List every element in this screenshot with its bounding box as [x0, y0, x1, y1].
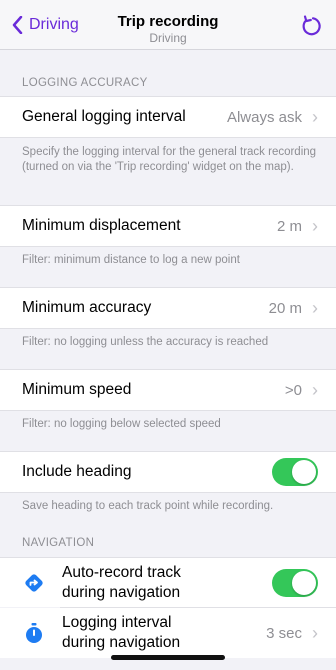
chevron-right-icon: ›: [312, 298, 318, 318]
minimum-displacement-description: Filter: minimum distance to log a new po…: [22, 254, 240, 266]
auto-record-track-row: Auto-record track during navigation: [0, 557, 336, 607]
minimum-speed-description: Filter: no logging below selected speed: [22, 418, 221, 430]
page-subtitle: Driving: [149, 31, 187, 45]
general-logging-interval-row[interactable]: General logging interval Always ask ›: [0, 96, 336, 138]
minimum-displacement-row[interactable]: Minimum displacement 2 m ›: [0, 205, 336, 247]
reset-icon[interactable]: [300, 15, 322, 37]
include-heading-description: Save heading to each track point while r…: [22, 500, 274, 512]
include-heading-row: Include heading: [0, 451, 336, 493]
home-indicator: [111, 655, 225, 660]
section-header-navigation: NAVIGATION: [22, 537, 95, 549]
general-logging-interval-label: General logging interval: [22, 108, 186, 125]
auto-record-track-label: Auto-record track during navigation: [62, 563, 272, 603]
auto-record-track-toggle[interactable]: [272, 568, 318, 597]
chevron-right-icon: ›: [312, 622, 318, 643]
minimum-accuracy-row[interactable]: Minimum accuracy 20 m ›: [0, 287, 336, 329]
minimum-speed-row[interactable]: Minimum speed >0 ›: [0, 369, 336, 411]
minimum-speed-label: Minimum speed: [22, 381, 132, 398]
chevron-right-icon: ›: [312, 107, 318, 127]
minimum-displacement-label: Minimum displacement: [22, 217, 181, 234]
minimum-accuracy-value: 20 m: [268, 299, 302, 317]
toggle-knob: [292, 460, 316, 484]
section-header-logging-accuracy: LOGGING ACCURACY: [22, 77, 148, 89]
stopwatch-icon: [22, 621, 46, 645]
minimum-displacement-value: 2 m: [276, 217, 302, 235]
auto-record-track-label-line1: Auto-record track: [62, 563, 181, 581]
navigation-bar: Driving Trip recording Driving: [0, 0, 336, 50]
auto-record-track-label-line2: during navigation: [62, 583, 181, 601]
general-logging-interval-value: Always ask: [226, 108, 302, 126]
toggle-knob: [292, 570, 316, 595]
route-diamond-icon: [22, 571, 46, 595]
general-logging-interval-description: Specify the logging interval for the gen…: [22, 146, 317, 173]
minimum-speed-value: >0: [284, 381, 302, 399]
minimum-accuracy-description: Filter: no logging unless the accuracy i…: [22, 336, 269, 348]
logging-interval-navigation-label: Logging interval during navigation: [62, 613, 266, 653]
include-heading-label: Include heading: [22, 463, 132, 480]
logging-interval-navigation-row[interactable]: Logging interval during navigation 3 sec…: [0, 608, 336, 658]
logging-interval-navigation-value: 3 sec: [266, 624, 302, 642]
chevron-right-icon: ›: [312, 216, 318, 236]
logging-interval-navigation-label-line2: during navigation: [62, 634, 181, 651]
minimum-accuracy-label: Minimum accuracy: [22, 299, 152, 316]
logging-interval-navigation-label-line1: Logging interval: [62, 614, 172, 631]
include-heading-toggle[interactable]: [272, 458, 318, 486]
chevron-right-icon: ›: [312, 380, 318, 400]
page-title: Trip recording: [117, 13, 219, 30]
